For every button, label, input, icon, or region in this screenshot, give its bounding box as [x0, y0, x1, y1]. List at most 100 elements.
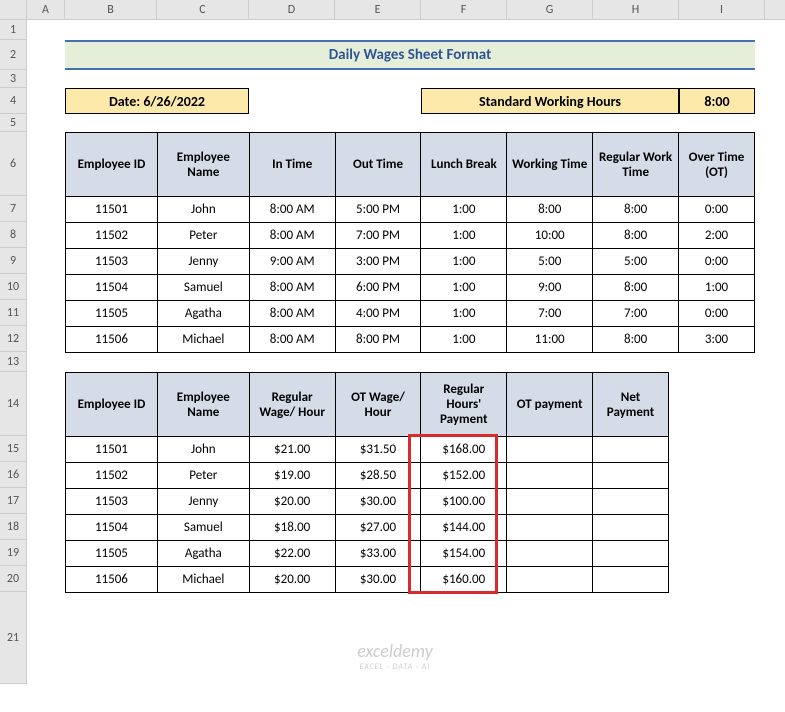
row-header-5[interactable]: 5 — [0, 114, 27, 132]
cell[interactable]: 7:00 — [507, 301, 593, 327]
row-header-13[interactable]: 13 — [0, 352, 27, 372]
cell[interactable]: 8:00 PM — [335, 327, 421, 353]
cell[interactable]: $154.00 — [421, 541, 507, 567]
col-header-E[interactable]: E — [335, 0, 421, 19]
col-header-C[interactable]: C — [157, 0, 249, 19]
cell[interactable]: 8:00 AM — [249, 197, 335, 223]
cell[interactable]: $21.00 — [249, 437, 335, 463]
cell[interactable] — [507, 489, 593, 515]
cell[interactable]: 3:00 PM — [335, 249, 421, 275]
cell[interactable]: $27.00 — [335, 515, 421, 541]
row-header-1[interactable]: 1 — [0, 20, 27, 40]
cell[interactable]: Michael — [157, 327, 249, 353]
cell[interactable]: 5:00 — [507, 249, 593, 275]
cell[interactable]: 11504 — [66, 275, 158, 301]
col-header-B[interactable]: B — [65, 0, 157, 19]
cell[interactable]: 5:00 PM — [335, 197, 421, 223]
cell[interactable]: 8:00 — [593, 275, 679, 301]
cell[interactable]: 7:00 — [593, 301, 679, 327]
cell[interactable]: 8:00 — [593, 327, 679, 353]
row-header-21[interactable]: 21 — [0, 592, 27, 684]
cell[interactable] — [507, 515, 593, 541]
col-header-A[interactable]: A — [27, 0, 65, 19]
row-header-11[interactable]: 11 — [0, 300, 27, 326]
col-header-I[interactable]: I — [679, 0, 765, 19]
row-header-7[interactable]: 7 — [0, 196, 27, 222]
cell[interactable]: $20.00 — [249, 489, 335, 515]
cell[interactable] — [593, 489, 669, 515]
cell[interactable]: 11502 — [66, 463, 158, 489]
row-header-8[interactable]: 8 — [0, 222, 27, 248]
cell[interactable]: John — [157, 197, 249, 223]
cell[interactable] — [593, 437, 669, 463]
cell[interactable]: 11:00 — [507, 327, 593, 353]
cell[interactable]: Samuel — [157, 275, 249, 301]
row-header-19[interactable]: 19 — [0, 540, 27, 566]
cell[interactable]: 7:00 PM — [335, 223, 421, 249]
cell[interactable]: 11503 — [66, 249, 158, 275]
cell[interactable]: 1:00 — [421, 301, 507, 327]
row-header-16[interactable]: 16 — [0, 462, 27, 488]
cell[interactable]: $33.00 — [335, 541, 421, 567]
cell[interactable]: Peter — [157, 223, 249, 249]
cell[interactable]: Agatha — [157, 541, 249, 567]
cell[interactable]: 11503 — [66, 489, 158, 515]
cell[interactable]: $152.00 — [421, 463, 507, 489]
cell[interactable]: $31.50 — [335, 437, 421, 463]
cell[interactable]: 10:00 — [507, 223, 593, 249]
cell[interactable]: Michael — [157, 567, 249, 593]
cell[interactable] — [507, 437, 593, 463]
row-header-12[interactable]: 12 — [0, 326, 27, 352]
cell[interactable]: $18.00 — [249, 515, 335, 541]
cell[interactable]: Jenny — [157, 249, 249, 275]
cell[interactable]: Jenny — [157, 489, 249, 515]
cell[interactable]: 0:00 — [679, 301, 755, 327]
cell[interactable]: 8:00 — [593, 197, 679, 223]
cell[interactable]: $19.00 — [249, 463, 335, 489]
cell[interactable]: 11501 — [66, 437, 158, 463]
cell[interactable] — [593, 567, 669, 593]
cell[interactable]: 5:00 — [593, 249, 679, 275]
cell[interactable] — [507, 567, 593, 593]
row-header-17[interactable]: 17 — [0, 488, 27, 514]
cell[interactable]: $100.00 — [421, 489, 507, 515]
cell[interactable]: 8:00 AM — [249, 223, 335, 249]
cell[interactable]: 8:00 AM — [249, 327, 335, 353]
cell[interactable]: 11504 — [66, 515, 158, 541]
cell[interactable]: 8:00 — [507, 197, 593, 223]
cell[interactable]: $168.00 — [421, 437, 507, 463]
cell[interactable]: Samuel — [157, 515, 249, 541]
cell[interactable]: 3:00 — [679, 327, 755, 353]
cell[interactable]: 8:00 AM — [249, 301, 335, 327]
row-header-20[interactable]: 20 — [0, 566, 27, 592]
cell[interactable]: 9:00 AM — [249, 249, 335, 275]
row-header-14[interactable]: 14 — [0, 372, 27, 436]
cell[interactable]: $30.00 — [335, 567, 421, 593]
cell[interactable]: $20.00 — [249, 567, 335, 593]
cell[interactable] — [507, 541, 593, 567]
row-header-4[interactable]: 4 — [0, 88, 27, 114]
cell[interactable]: Agatha — [157, 301, 249, 327]
cell[interactable] — [593, 541, 669, 567]
cell[interactable]: John — [157, 437, 249, 463]
cell[interactable]: 11506 — [66, 567, 158, 593]
row-header-3[interactable]: 3 — [0, 70, 27, 88]
cell[interactable] — [593, 515, 669, 541]
cell[interactable]: 9:00 — [507, 275, 593, 301]
cell[interactable]: 1:00 — [421, 275, 507, 301]
cell[interactable]: 2:00 — [679, 223, 755, 249]
cell[interactable]: 1:00 — [421, 249, 507, 275]
cell[interactable]: 8:00 — [593, 223, 679, 249]
cell[interactable]: Peter — [157, 463, 249, 489]
cell[interactable]: $30.00 — [335, 489, 421, 515]
cell[interactable]: 1:00 — [679, 275, 755, 301]
cell[interactable] — [593, 463, 669, 489]
cell[interactable]: 11505 — [66, 301, 158, 327]
cell[interactable]: 11501 — [66, 197, 158, 223]
cell[interactable]: 1:00 — [421, 223, 507, 249]
cell[interactable]: 0:00 — [679, 249, 755, 275]
col-header-D[interactable]: D — [249, 0, 335, 19]
cell[interactable]: $22.00 — [249, 541, 335, 567]
cell[interactable]: 8:00 AM — [249, 275, 335, 301]
row-header-9[interactable]: 9 — [0, 248, 27, 274]
